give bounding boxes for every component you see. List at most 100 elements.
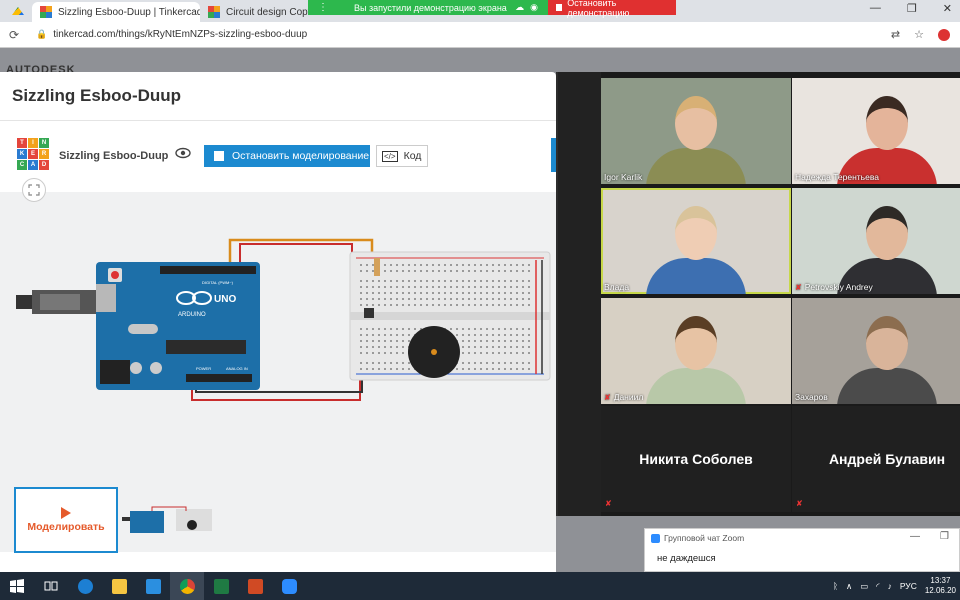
file-explorer-icon[interactable] [102, 572, 136, 600]
participant-name: Igor Karlik [604, 172, 643, 182]
svg-text:DIGITAL (PWM~): DIGITAL (PWM~) [202, 280, 234, 285]
vscode-icon[interactable] [136, 572, 170, 600]
zoom-to-fit-button[interactable] [22, 178, 46, 202]
edge-icon[interactable] [68, 572, 102, 600]
windows-taskbar: ᚱ ∧ ▭ ◜ ♪ РУС 13:37 12.06.20 [0, 572, 960, 600]
participant-tile[interactable]: Никита Соболев ✘ [601, 406, 791, 512]
participant-name: Влада [604, 282, 630, 292]
simulation-name: Sizzling Esboo-Duup [59, 150, 169, 162]
battery-icon[interactable]: ▭ [860, 581, 868, 592]
simulate-tab[interactable]: Моделировать [14, 487, 118, 553]
tinkercad-logo: T I N K E R C A D [17, 138, 49, 170]
simulate-label: Моделировать [27, 521, 105, 533]
participant-name: Андрей Булавин [828, 451, 946, 467]
mic-muted-icon: ✘ [796, 499, 803, 508]
participant-tile[interactable]: Захаров [792, 298, 960, 404]
stop-simulation-button[interactable]: Остановить моделирование [204, 145, 370, 167]
shield-icon: ◉ [530, 2, 538, 12]
zoom-icon[interactable] [272, 572, 306, 600]
tinkercad-icon [208, 6, 220, 18]
tinkercad-icon [40, 6, 52, 18]
reload-icon[interactable]: ⟳ [4, 28, 24, 42]
clock[interactable]: 13:37 12.06.20 [925, 576, 956, 596]
cloud-icon: ☁ [515, 2, 525, 12]
participant-name: Никита Соболев [639, 451, 753, 467]
code-icon: </> [382, 150, 398, 162]
participant-video [646, 258, 746, 294]
participant-face [866, 316, 908, 370]
volume-icon[interactable]: ♪ [888, 581, 892, 591]
resistor [374, 258, 380, 276]
translate-icon[interactable]: ⇄ [891, 28, 900, 41]
participant-tile[interactable]: Надежда Терентьева [792, 78, 960, 184]
zoom-icon [651, 533, 660, 543]
participant-face [866, 206, 908, 260]
stop-simulation-label: Остановить моделирование [232, 150, 370, 162]
people-icon[interactable]: ᚱ [833, 581, 838, 591]
task-view-icon[interactable] [34, 572, 68, 600]
stop-icon [556, 4, 563, 11]
participant-face [675, 206, 717, 260]
chevron-up-icon[interactable]: ∧ [846, 581, 852, 592]
circuit-diagram[interactable]: ARDUINO UNO DIGITAL (PWM~) POWER ANALOG … [0, 220, 556, 420]
mic-muted-icon: ✘ [605, 499, 612, 508]
minimize-icon[interactable]: — [870, 2, 881, 15]
stop-share-button[interactable]: Остановить демонстрацию [548, 0, 676, 18]
tab-circuit-design[interactable]: Circuit design Copy of [200, 2, 308, 22]
maximize-icon[interactable]: ❐ [907, 2, 917, 15]
eye-icon[interactable] [175, 147, 191, 159]
participant-name: Даниил [613, 392, 644, 402]
stop-icon [214, 151, 224, 161]
chat-maximize-icon[interactable]: ❐ [940, 531, 949, 542]
tab-google-drive[interactable] [4, 2, 32, 22]
chat-title: Групповой чат Zoom [664, 533, 745, 543]
screen: Sizzling Esboo-Duup | Tinkercad × Circui… [0, 0, 960, 600]
tab-tinkercad[interactable]: Sizzling Esboo-Duup | Tinkercad × [32, 2, 200, 22]
chat-minimize-icon[interactable]: — [910, 531, 920, 542]
share-status[interactable]: ⋮ Вы запустили демонстрацию экрана ☁ ◉ [308, 0, 548, 15]
system-tray: ᚱ ∧ ▭ ◜ ♪ РУС 13:37 12.06.20 [833, 576, 960, 596]
windows-start-icon[interactable] [0, 572, 34, 600]
mic-muted-icon: ✘ [604, 392, 611, 402]
lock-icon[interactable]: 🔒 [36, 29, 47, 40]
participant-tile[interactable]: Igor Karlik [601, 78, 791, 184]
participant-face [866, 96, 908, 150]
zoom-gallery: Igor Karlik Надежда Терентьева Влада ✘ Petro… [556, 72, 960, 516]
svg-text:ANALOG IN: ANALOG IN [226, 366, 248, 371]
bookmark-star-icon[interactable]: ☆ [914, 28, 924, 41]
circuit-thumbnail[interactable] [122, 505, 214, 533]
pushbutton [364, 308, 374, 318]
screen-share-banner: ⋮ Вы запустили демонстрацию экрана ☁ ◉ О… [308, 0, 676, 18]
excel-icon[interactable] [204, 572, 238, 600]
participant-tile[interactable]: Влада [601, 188, 791, 294]
participant-tile[interactable]: Андрей Булавин ✘ [792, 406, 960, 512]
chrome-icon[interactable] [170, 572, 204, 600]
zoom-chat-popup[interactable]: Групповой чат Zoom — ❐ не даждешся [644, 528, 960, 572]
participant-video [837, 368, 937, 404]
arduino-model: UNO [214, 294, 236, 305]
stop-share-label: Остановить демонстрацию [567, 0, 630, 18]
participant-tile[interactable]: ✘ Petrovskiy Andrey [792, 188, 960, 294]
window-controls: — ❐ ✕ [870, 2, 952, 15]
participant-face [675, 316, 717, 370]
share-message: Вы запустили демонстрацию экрана [354, 2, 507, 13]
zoom-sidebar [558, 72, 601, 516]
profile-avatar[interactable] [938, 28, 950, 41]
participant-tile[interactable]: ✘ Даниил [601, 298, 791, 404]
powerpoint-icon[interactable] [238, 572, 272, 600]
wifi-icon[interactable]: ◜ [876, 581, 879, 592]
code-button[interactable]: </> Код [376, 145, 428, 167]
google-drive-icon [12, 7, 24, 15]
chat-message: не даждешся [657, 553, 716, 564]
clock-date: 12.06.20 [924, 586, 956, 595]
drag-grip-icon[interactable]: ⋮ [318, 2, 328, 13]
language-indicator[interactable]: РУС [900, 581, 917, 591]
participant-face [675, 96, 717, 150]
participant-name: Захаров [795, 392, 828, 402]
participant-video [646, 368, 746, 404]
close-icon[interactable]: ✕ [943, 2, 952, 15]
participant-video [646, 148, 746, 184]
url-field[interactable]: tinkercad.com/things/kRyNtEmNZPs-sizzlin… [53, 29, 307, 40]
tab-label: Sizzling Esboo-Duup | Tinkercad [58, 6, 200, 18]
divider [0, 120, 556, 121]
